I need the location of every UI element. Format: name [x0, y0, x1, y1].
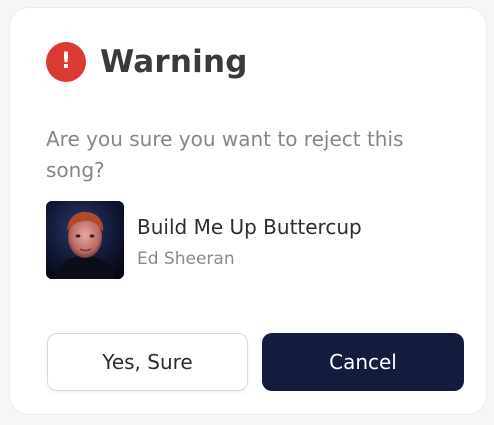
dialog-header: ! Warning — [46, 42, 248, 82]
album-cover — [46, 201, 124, 279]
confirm-button[interactable]: Yes, Sure — [47, 333, 248, 391]
exclamation-icon: ! — [46, 42, 86, 82]
song-title: Build Me Up Buttercup — [137, 215, 362, 239]
confirm-dialog: ! Warning Are you sure you want to rejec… — [9, 7, 487, 415]
song-artist: Ed Sheeran — [137, 249, 235, 269]
song-info: Build Me Up Buttercup Ed Sheeran — [137, 214, 362, 270]
song-item: Build Me Up Buttercup Ed Sheeran — [46, 201, 362, 279]
dialog-message: Are you sure you want to reject this son… — [46, 127, 404, 182]
cancel-button[interactable]: Cancel — [262, 333, 464, 391]
dialog-title: Warning — [100, 44, 248, 80]
